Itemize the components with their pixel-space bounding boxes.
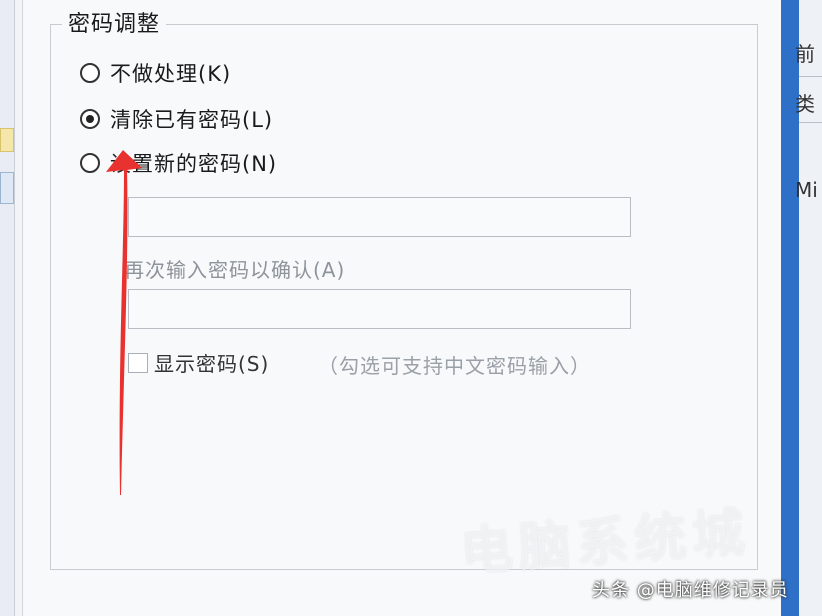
radio-label: 不做处理(K): [110, 62, 232, 86]
radio-clear-password[interactable]: 清除已有密码(L): [80, 104, 273, 134]
show-password-hint: （勾选可支持中文密码输入）: [318, 354, 591, 378]
background-text-fragment: 前: [795, 42, 815, 66]
show-password-checkbox[interactable]: [128, 352, 148, 373]
background-window-right: 前 类 Mi: [781, 0, 822, 616]
background-text-fragment: 类: [795, 92, 815, 116]
radio-no-action[interactable]: 不做处理(K): [80, 58, 231, 88]
radio-label: 清除已有密码(L): [110, 108, 274, 132]
background-divider: [799, 122, 822, 123]
radio-button-selected[interactable]: [80, 109, 100, 129]
radio-label: 设置新的密码(N): [110, 152, 278, 176]
new-password-input[interactable]: [128, 197, 631, 237]
background-window-left: [0, 0, 15, 616]
show-password-checkbox-row[interactable]: 显示密码(S): [128, 348, 269, 377]
show-password-label: 显示密码(S): [154, 352, 270, 376]
confirm-password-label: 再次输入密码以确认(A): [124, 258, 346, 282]
background-yellow-button: [0, 128, 14, 152]
confirm-password-input[interactable]: [128, 289, 631, 329]
radio-button[interactable]: [80, 153, 100, 173]
background-text-fragment: Mi: [795, 178, 818, 202]
radio-button[interactable]: [80, 63, 100, 83]
background-field: [0, 172, 14, 204]
credit-caption: 头条 @电脑维修记录员: [592, 580, 789, 601]
background-divider: [799, 76, 822, 77]
group-title: 密码调整: [62, 6, 167, 38]
radio-set-new-password[interactable]: 设置新的密码(N): [80, 148, 277, 178]
